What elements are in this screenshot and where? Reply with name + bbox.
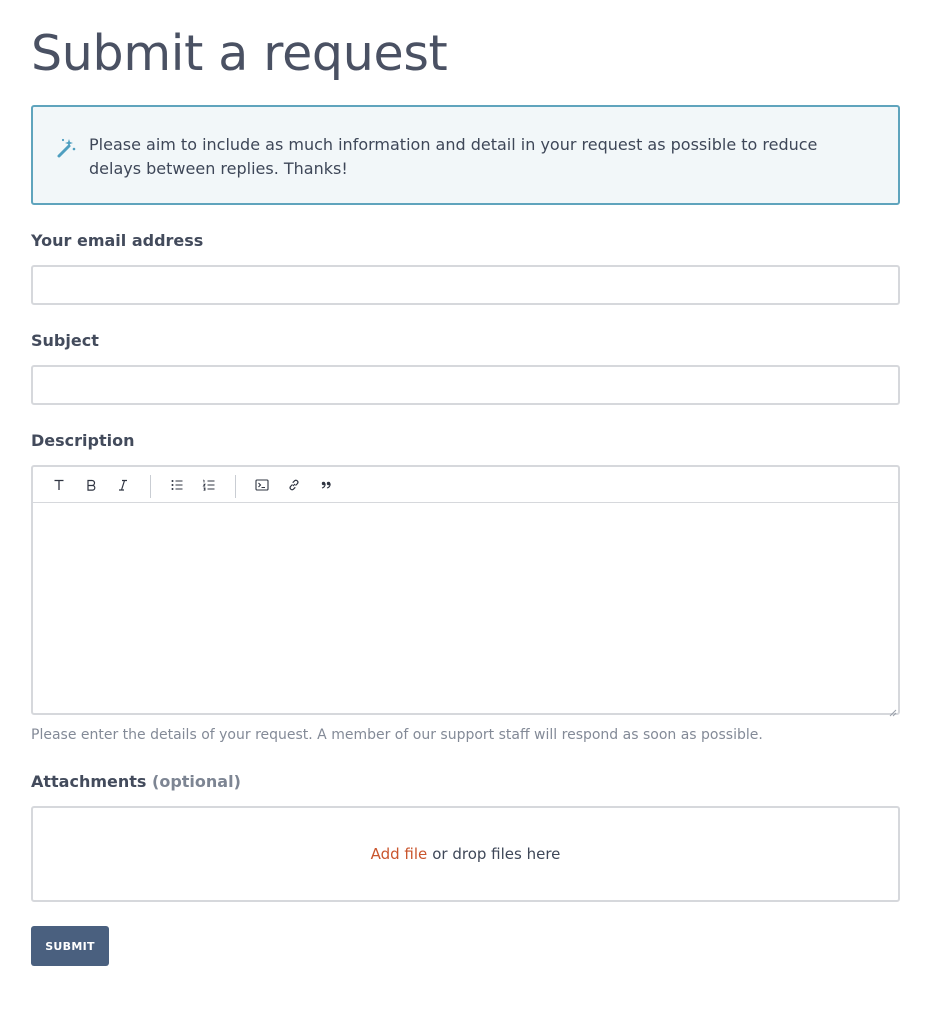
toolbar-divider: [150, 475, 151, 498]
link-button[interactable]: [285, 476, 303, 494]
description-label: Description: [31, 431, 135, 450]
email-label: Your email address: [31, 231, 204, 250]
quote-button[interactable]: [317, 476, 335, 494]
resize-handle[interactable]: [887, 702, 897, 717]
info-notice: Please aim to include as much informatio…: [31, 105, 900, 205]
code-block-button[interactable]: [253, 476, 271, 494]
page-title: Submit a request: [31, 25, 448, 82]
email-field[interactable]: [31, 265, 900, 305]
text-format-button[interactable]: [50, 476, 68, 494]
request-form-page: Submit a request Please aim to include a…: [0, 0, 948, 1020]
editor-toolbar: [33, 467, 898, 503]
link-icon: [289, 479, 299, 491]
bulleted-list-button[interactable]: [168, 476, 186, 494]
add-file-link[interactable]: Add file: [371, 845, 428, 863]
submit-button[interactable]: SUBMIT: [31, 926, 109, 966]
quote-icon: [321, 481, 331, 489]
optional-tag: (optional): [152, 772, 241, 791]
italic-icon: [119, 479, 127, 491]
bold-icon: [87, 479, 96, 491]
attachments-label: Attachments (optional): [31, 772, 241, 791]
magic-wand-icon: [55, 137, 77, 159]
attachments-label-text: Attachments: [31, 772, 147, 791]
description-textarea[interactable]: [33, 503, 898, 713]
description-hint: Please enter the details of your request…: [31, 727, 763, 743]
toolbar-divider: [235, 475, 236, 498]
bold-button[interactable]: [82, 476, 100, 494]
drop-files-text: or drop files here: [432, 845, 561, 863]
numbered-list-button[interactable]: [200, 476, 218, 494]
attachments-dropzone[interactable]: Add file or drop files here: [31, 806, 900, 902]
italic-button[interactable]: [114, 476, 132, 494]
subject-field[interactable]: [31, 365, 900, 405]
subject-label: Subject: [31, 331, 99, 350]
text-format-icon: [54, 479, 64, 490]
bulleted-list-icon: [171, 480, 183, 490]
code-block-icon: [255, 479, 269, 491]
notice-text: Please aim to include as much informatio…: [89, 135, 818, 178]
description-editor: [31, 465, 900, 717]
numbered-list-icon: [202, 479, 215, 491]
